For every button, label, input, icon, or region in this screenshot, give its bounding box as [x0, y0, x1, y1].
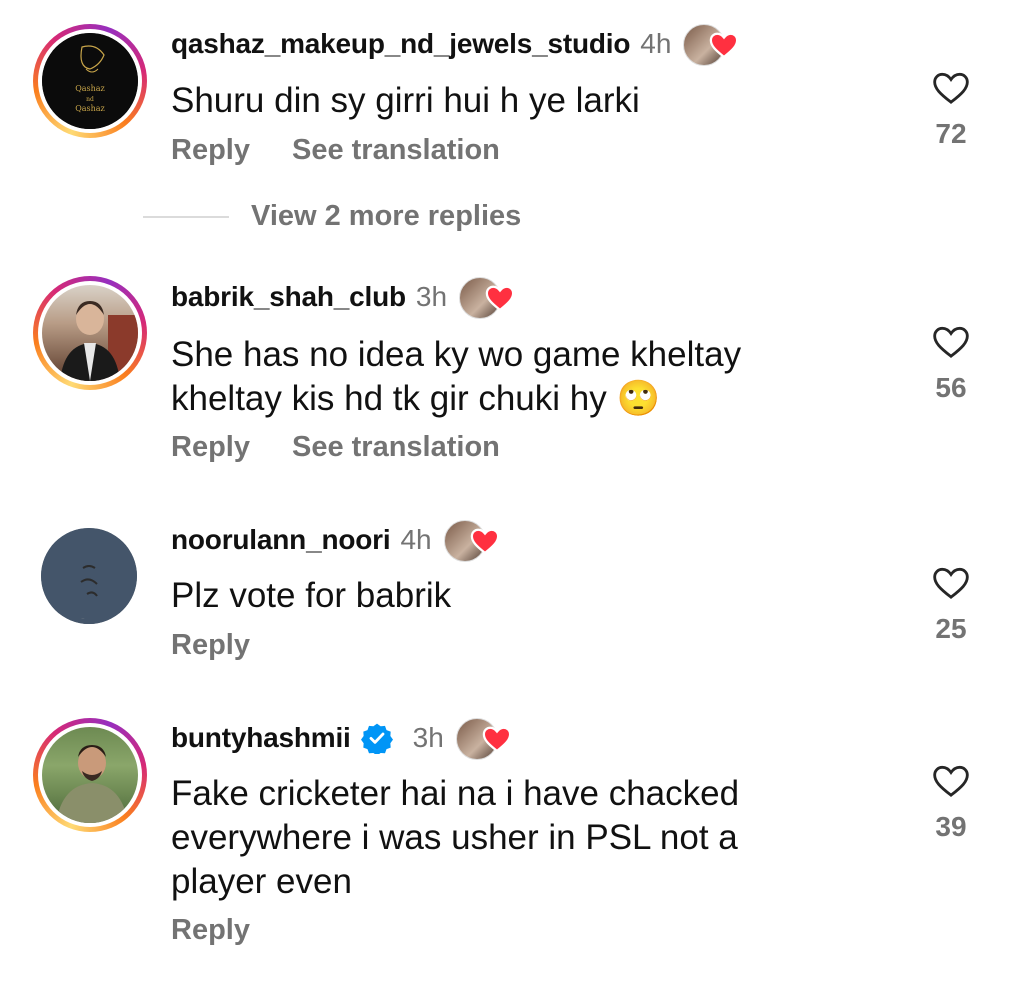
creator-liked-badge — [683, 22, 743, 66]
creator-liked-heart-icon — [710, 32, 739, 59]
reply-button[interactable]: Reply — [171, 134, 250, 167]
avatar — [42, 285, 138, 381]
reply-button[interactable]: Reply — [171, 914, 250, 947]
like-control: 39 — [918, 761, 984, 843]
heart-outline-icon[interactable] — [930, 761, 972, 801]
comment-text: Shuru din sy girri hui h ye larki — [171, 81, 640, 120]
avatar: Qashaz nd Qashaz — [42, 33, 138, 129]
creator-liked-heart-icon — [470, 528, 499, 555]
comment-text: She has no idea ky wo game kheltay khelt… — [171, 335, 742, 418]
username[interactable]: babrik_shah_club — [171, 281, 406, 313]
like-count: 56 — [935, 372, 967, 403]
view-more-label[interactable]: View 2 more replies — [251, 200, 521, 233]
avatar-story-ring[interactable]: Qashaz nd Qashaz — [33, 24, 147, 138]
like-control: 72 — [918, 68, 984, 150]
like-count: 39 — [935, 811, 967, 842]
view-more-replies[interactable]: View 2 more replies — [143, 200, 521, 233]
svg-text:Qashaz: Qashaz — [75, 104, 105, 113]
like-count: 72 — [935, 118, 967, 149]
timestamp: 3h — [412, 722, 444, 753]
reply-button[interactable]: Reply — [171, 629, 250, 662]
avatar-story-ring[interactable] — [33, 276, 147, 390]
timestamp: 4h — [640, 28, 672, 59]
divider — [143, 215, 229, 218]
creator-liked-badge — [443, 518, 504, 562]
see-translation-button[interactable]: See translation — [292, 431, 500, 464]
svg-text:Qashaz: Qashaz — [75, 84, 105, 93]
comment-text: Fake cricketer hai na i have chacked eve… — [171, 774, 740, 901]
comment-text: Plz vote for babrik — [171, 576, 452, 615]
svg-text:nd: nd — [86, 96, 94, 103]
heart-outline-icon[interactable] — [930, 68, 972, 108]
timestamp: 4h — [400, 524, 432, 555]
like-control: 25 — [918, 563, 984, 645]
reply-button[interactable]: Reply — [171, 431, 250, 464]
creator-liked-badge — [455, 716, 516, 760]
studio-logo-icon: Qashaz nd Qashaz — [42, 33, 138, 129]
heart-outline-icon[interactable] — [930, 322, 972, 362]
creator-liked-heart-icon — [485, 285, 515, 312]
like-count: 25 — [935, 613, 967, 644]
heart-outline-icon[interactable] — [930, 563, 972, 603]
avatar[interactable] — [41, 528, 137, 624]
person-photo-icon — [60, 301, 138, 381]
avatar-story-ring[interactable] — [33, 718, 147, 832]
avatar — [42, 727, 138, 823]
username[interactable]: qashaz_makeup_nd_jewels_studio — [171, 28, 630, 60]
username[interactable]: noorulann_noori — [171, 524, 391, 556]
like-control: 56 — [918, 322, 984, 404]
username[interactable]: buntyhashmii — [171, 722, 351, 754]
person-photo-icon — [56, 745, 128, 823]
creator-liked-heart-icon — [482, 726, 512, 753]
verified-badge-icon — [360, 723, 393, 754]
creator-liked-badge — [459, 275, 519, 319]
moon-calligraphy-icon — [41, 528, 137, 624]
timestamp: 3h — [415, 281, 448, 312]
see-translation-button[interactable]: See translation — [292, 134, 500, 167]
